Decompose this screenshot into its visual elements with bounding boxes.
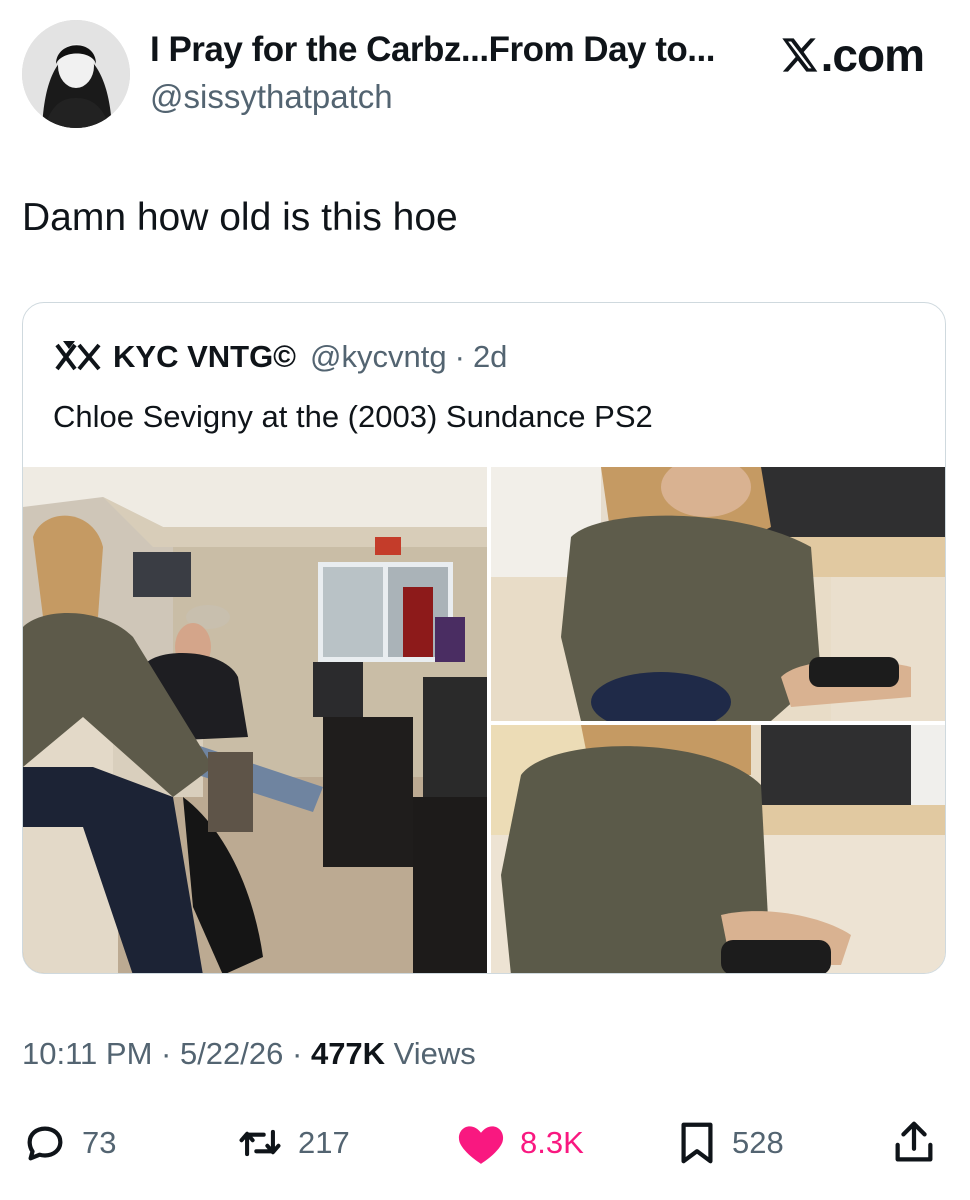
views-count: 477K — [310, 1036, 386, 1071]
photo-1[interactable] — [23, 467, 487, 973]
media-grid — [23, 467, 945, 973]
bookmark-count: 528 — [732, 1125, 784, 1160]
user-handle[interactable]: @sissythatpatch — [150, 78, 393, 116]
kyc-logo-icon — [55, 341, 101, 371]
share-button[interactable] — [890, 1118, 952, 1168]
heart-icon — [458, 1126, 504, 1164]
views-label: Views — [385, 1036, 476, 1071]
like-button[interactable]: 8.3K — [456, 1120, 584, 1166]
quoted-separator: · — [454, 339, 465, 374]
meta-separator: · — [283, 1036, 311, 1071]
source-watermark: .com — [779, 28, 925, 82]
source-label: .com — [820, 29, 925, 81]
share-icon — [895, 1121, 933, 1162]
bookmark-icon — [681, 1122, 713, 1164]
quoted-display-name[interactable]: KYC VNTG© — [113, 339, 296, 375]
quoted-timestamp[interactable]: 2d — [473, 339, 507, 375]
repost-icon — [239, 1129, 281, 1157]
action-bar: 73 217 8.3K 528 — [0, 1112, 970, 1172]
post-text: Damn how old is this hoe — [22, 196, 458, 239]
bookmark-button[interactable]: 528 — [676, 1120, 784, 1166]
x-logo-icon — [781, 38, 817, 72]
quoted-post[interactable]: KYC VNTG© @kycvntg · 2d Chloe Sevigny at… — [22, 302, 946, 974]
post-time[interactable]: 10:11 PM — [22, 1036, 152, 1071]
meta-separator: · — [152, 1036, 180, 1071]
quoted-text: Chloe Sevigny at the (2003) Sundance PS2 — [53, 399, 653, 434]
post-date[interactable]: 5/22/26 — [180, 1036, 283, 1071]
reply-icon — [27, 1126, 63, 1161]
photo-3[interactable] — [491, 725, 945, 973]
repost-button[interactable]: 217 — [236, 1120, 350, 1166]
quoted-handle[interactable]: @kycvntg — [310, 339, 447, 375]
repost-count: 217 — [298, 1125, 350, 1160]
avatar[interactable] — [22, 20, 130, 128]
reply-button[interactable]: 73 — [22, 1120, 116, 1166]
display-name[interactable]: I Pray for the Carbz...From Day to... — [150, 30, 750, 70]
like-count: 8.3K — [520, 1125, 584, 1160]
reply-count: 73 — [82, 1125, 117, 1160]
post-metadata: 10:11 PM · 5/22/26 · 477K Views — [22, 1036, 476, 1072]
quoted-header: KYC VNTG© @kycvntg · 2d — [53, 339, 507, 375]
photo-2[interactable] — [491, 467, 945, 721]
